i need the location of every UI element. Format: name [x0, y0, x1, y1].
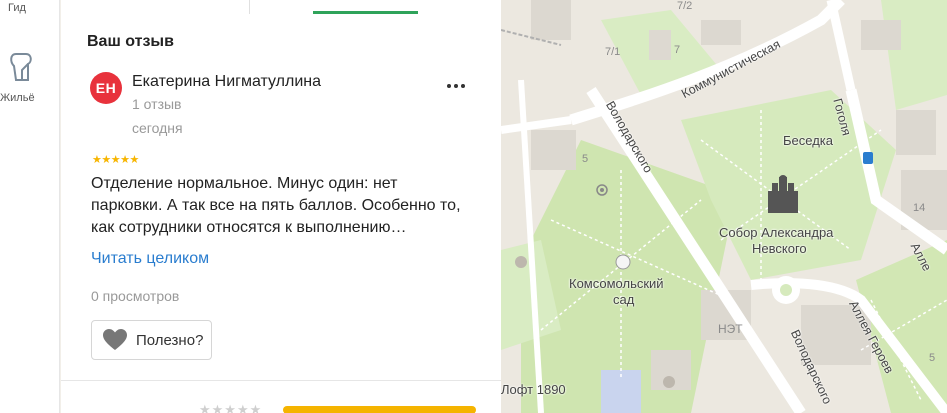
house-number: 5: [582, 153, 589, 165]
review-date: сегодня: [132, 120, 183, 136]
house-number: 14: [913, 202, 926, 214]
poi-sobor-line2[interactable]: Невского: [752, 241, 807, 256]
author-review-count: 1 отзыв: [132, 96, 182, 112]
author-name[interactable]: Екатерина Нигматуллина: [132, 73, 321, 91]
poi-loft[interactable]: Лофт 1890: [501, 382, 566, 397]
rating-progress-bar: [283, 406, 476, 413]
poi-net[interactable]: НЭТ: [718, 322, 743, 336]
left-nav-rail: Гид Жильё: [0, 0, 60, 413]
poi-sobor-line1[interactable]: Собор Александра: [719, 225, 833, 240]
housing-icon[interactable]: [6, 50, 38, 84]
review-text: Отделение нормальное. Минус один: нет па…: [91, 175, 461, 236]
read-more-link[interactable]: Читать целиком: [91, 250, 209, 268]
nav-home-label[interactable]: Жильё: [0, 92, 60, 104]
rating-input-stars[interactable]: ★★★★★: [199, 402, 262, 413]
views-count: 0 просмотров: [91, 288, 180, 304]
poi-besedka[interactable]: Беседка: [783, 133, 833, 148]
tab-divider: [249, 0, 250, 14]
house-number: 7/2: [677, 0, 693, 12]
active-tab-indicator: [313, 11, 418, 14]
heart-icon: [103, 329, 127, 350]
house-number: 7/1: [605, 46, 621, 58]
rating-stars: ★★★★★: [92, 154, 139, 166]
poi-sad-line1[interactable]: Комсомольский: [569, 276, 664, 291]
poi-sad-line2[interactable]: сад: [613, 292, 634, 307]
house-number: 7: [674, 44, 681, 56]
divider: [61, 380, 501, 381]
house-number: 5: [929, 352, 936, 364]
review-panel: Ваш отзыв ЕН Екатерина Нигматуллина 1 от…: [61, 0, 501, 413]
nav-guide-label[interactable]: Гид: [8, 2, 68, 14]
map-view[interactable]: Коммунистическая Володарского Володарско…: [501, 0, 947, 413]
more-options-icon[interactable]: [444, 76, 468, 96]
useful-button[interactable]: Полезно?: [91, 320, 213, 360]
avatar[interactable]: ЕН: [90, 72, 122, 104]
useful-label: Полезно?: [136, 331, 204, 349]
section-title: Ваш отзыв: [87, 33, 174, 50]
